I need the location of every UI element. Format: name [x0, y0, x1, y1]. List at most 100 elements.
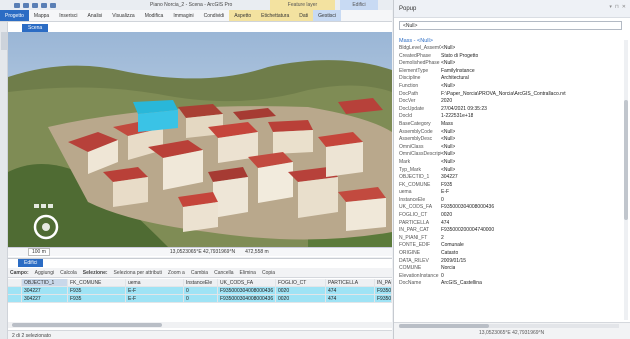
table-cell[interactable]: 0 [184, 287, 218, 294]
attribute-key: ElevationInstance [399, 272, 439, 279]
table-cell[interactable]: F935000304008000436 [218, 295, 276, 302]
table-cell[interactable]: 474 [326, 287, 375, 294]
column-header[interactable]: PARTICELLA [326, 279, 375, 286]
redo-icon[interactable] [50, 2, 56, 8]
undo-icon[interactable] [41, 2, 47, 8]
attribute-value: Stato di Progetto [441, 52, 479, 59]
table-cell[interactable]: 474 [326, 295, 375, 302]
tab-aspetto[interactable]: Aspetto [229, 10, 257, 21]
add-field-button[interactable]: Aggiungi [35, 270, 54, 276]
attribute-value: F935 [441, 181, 453, 188]
contents-pane-tab[interactable] [1, 32, 7, 50]
coordinate-readout: 13,0523065°E 42,7931969°N [169, 249, 236, 255]
tab-dati[interactable]: Dati [294, 10, 314, 21]
scrollbar-thumb[interactable] [399, 324, 489, 328]
attribute-value: 0 [441, 272, 444, 279]
tab-gestisci[interactable]: Gestisci [313, 10, 341, 21]
project-icon[interactable] [14, 2, 20, 8]
popup-horizontal-scrollbar[interactable] [399, 324, 619, 328]
column-header[interactable]: IN_PAR_CAT [375, 279, 392, 286]
table-cell[interactable] [8, 287, 22, 294]
attribute-key: OmniClass [399, 143, 424, 150]
attribute-key: FK_COMUNE [399, 181, 431, 188]
tab-inserisci[interactable]: Inserisci [54, 10, 82, 21]
table-row[interactable]: 304227 F935 E-F 0 F935000304008000436 00… [8, 295, 392, 303]
auto-hide-icon[interactable]: ⊓ [615, 4, 619, 10]
selection-label: Selezione: [82, 269, 108, 276]
open-icon[interactable] [32, 2, 38, 8]
save-icon[interactable] [23, 2, 29, 8]
attribute-row: Typ_Mark <Null> [399, 167, 621, 175]
attribute-key: DocName [399, 280, 422, 287]
table-cell[interactable]: 304227 [22, 295, 68, 302]
delete-selection-button[interactable]: Elimina [240, 270, 256, 276]
tab-mappa[interactable]: Mappa [29, 10, 54, 21]
zoom-to-button[interactable]: Zoom a [168, 270, 185, 276]
column-header[interactable]: OBJECTID_1 [22, 279, 68, 286]
attribute-key: IN_PAR_CAT [399, 227, 430, 234]
table-status-bar: 2 di 2 selezionato [8, 330, 392, 339]
table-cell[interactable]: E-F [126, 287, 184, 294]
table-cell[interactable]: F935 [68, 287, 126, 294]
attribute-key: CreatedPhase [399, 52, 431, 59]
attribute-row: IN_PAR_CAT F935000200004740000 [399, 227, 621, 235]
column-header[interactable]: FOGLIO_CT [276, 279, 326, 286]
attribute-row: AssemblyCode <Null> [399, 129, 621, 137]
scale-selector[interactable]: 100 m [28, 248, 50, 256]
table-cell[interactable]: 304227 [22, 287, 68, 294]
scene-tab[interactable]: Scena [22, 24, 49, 32]
calculate-field-button[interactable]: Calcola [60, 270, 77, 276]
attribute-value: <Null> [441, 143, 456, 150]
attribute-list: BldgLevel_AssemOffset<Null>CreatedPhaseS… [399, 45, 621, 288]
attribute-key: ElementType [399, 67, 429, 74]
map-nav-buttons[interactable] [34, 204, 53, 208]
table-cell[interactable] [8, 295, 22, 302]
attribute-row: Mark <Null> [399, 159, 621, 167]
quick-access-toolbar [14, 2, 56, 8]
attribute-key: OmniClassDescription [399, 151, 441, 158]
tab-condividi[interactable]: Condividi [199, 10, 230, 21]
popup-coordinate-readout: 13,0523065°E 42,7931969°N [479, 330, 545, 336]
copy-button[interactable]: Copia [262, 270, 275, 276]
column-header[interactable]: InstanceEle [184, 279, 218, 286]
table-cell[interactable]: F935000304008000436 [218, 287, 276, 294]
attribute-value: FamilyInstance [441, 67, 475, 74]
tab-analisi[interactable]: Analisi [83, 10, 108, 21]
attribute-key: ORIGINE [399, 250, 421, 257]
table-cell[interactable]: F935 [68, 295, 126, 302]
attribute-row: DocName ArcGIS_Castellina [399, 280, 621, 288]
scene-3d-view[interactable] [8, 32, 392, 247]
attribute-row: OBJECTID_1 304227 [399, 174, 621, 182]
feature-selector[interactable]: <Null> [399, 21, 622, 30]
select-by-attributes-button[interactable]: Seleziona per attributi [114, 270, 162, 276]
table-horizontal-scrollbar[interactable] [8, 322, 392, 328]
table-row[interactable]: 304227 F935 E-F 0 F935000304008000436 00… [8, 287, 392, 295]
attribute-row: AssemblyDesc <Null> [399, 136, 621, 144]
tab-etichettatura[interactable]: Etichettatura [256, 10, 295, 21]
scrollbar-thumb[interactable] [624, 100, 628, 220]
column-header[interactable]: UK_CODS_FA [218, 279, 276, 286]
attribute-value: Mass [441, 120, 453, 127]
pin-icon[interactable]: ▾ [609, 4, 612, 10]
table-cell[interactable]: F935000300004 [375, 287, 392, 294]
column-header[interactable]: uema [126, 279, 184, 286]
tab-immagini[interactable]: Immagini [168, 10, 198, 21]
attribute-key: DATA_RILEV [399, 257, 429, 264]
table-cell[interactable]: 0020 [276, 295, 326, 302]
table-cell[interactable]: 0020 [276, 287, 326, 294]
column-header[interactable]: FK_COMUNE [68, 279, 126, 286]
popup-vertical-scrollbar[interactable] [624, 40, 628, 320]
scrollbar-thumb[interactable] [12, 323, 162, 327]
tab-modifica[interactable]: Modifica [140, 10, 169, 21]
tab-visualizza[interactable]: Visualizza [107, 10, 139, 21]
switch-selection-button[interactable]: Cambia [191, 270, 208, 276]
table-cell[interactable]: F935000300004 [375, 295, 392, 302]
tab-progetto[interactable]: Progetto [0, 10, 29, 21]
table-cell[interactable]: E-F [126, 295, 184, 302]
column-header[interactable] [8, 279, 22, 286]
table-cell[interactable]: 0 [184, 295, 218, 302]
fields-label: Campo: [10, 269, 29, 276]
table-tab-edifici[interactable]: Edifici [18, 259, 44, 267]
close-icon[interactable]: ✕ [622, 4, 626, 10]
clear-selection-button[interactable]: Cancella [214, 270, 233, 276]
